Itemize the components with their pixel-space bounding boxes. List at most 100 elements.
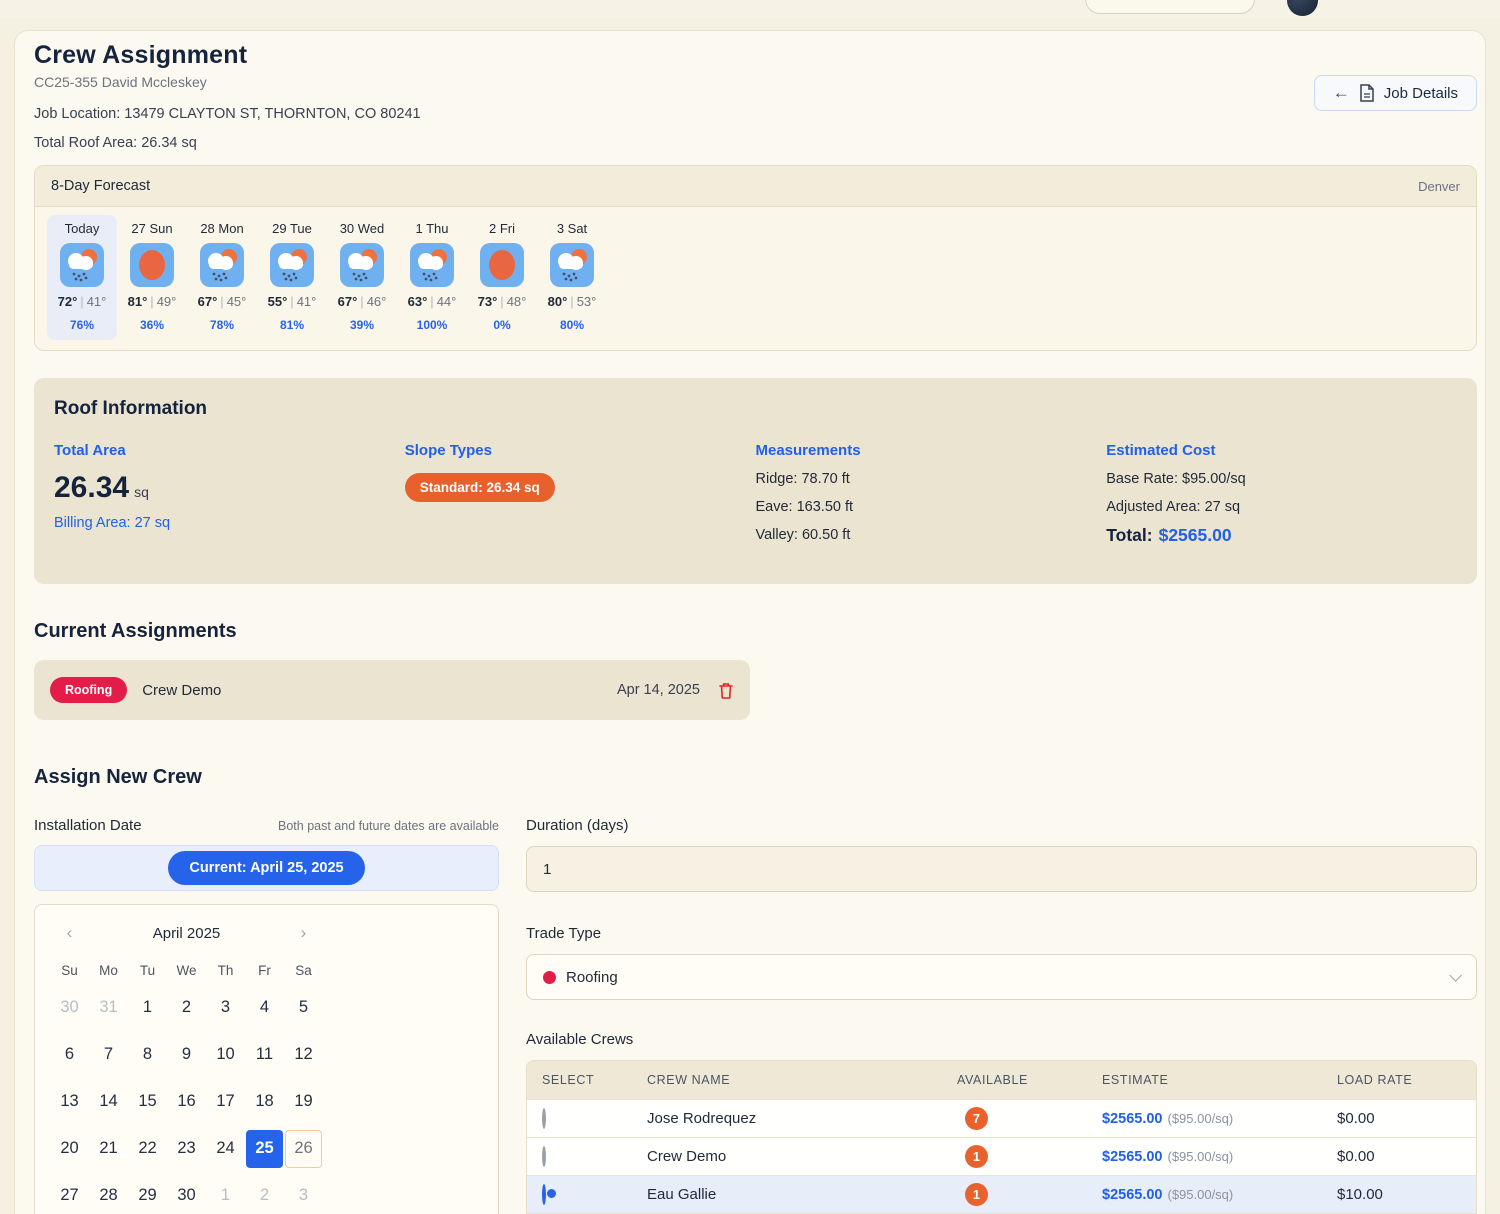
calendar-day[interactable]: 26 — [284, 1125, 323, 1172]
calendar-day[interactable]: 9 — [167, 1031, 206, 1078]
trade-type-select[interactable]: Roofing — [526, 954, 1477, 1000]
day-temps: 55°|41° — [259, 294, 325, 309]
calendar-day[interactable]: 19 — [284, 1078, 323, 1125]
calendar-day[interactable]: 22 — [128, 1125, 167, 1172]
crew-radio[interactable] — [542, 1108, 546, 1129]
estimated-total: Total:$2565.00 — [1106, 525, 1457, 546]
roof-information-panel: Roof Information Total Area 26.34sq Bill… — [34, 378, 1477, 584]
calendar-day[interactable]: 12 — [284, 1031, 323, 1078]
forecast-day[interactable]: 27 Sun 81°|49° 36% — [117, 215, 187, 340]
crew-load-rate: $0.00 — [1337, 1148, 1476, 1165]
crew-radio-selected[interactable] — [542, 1184, 546, 1205]
calendar-day[interactable]: 16 — [167, 1078, 206, 1125]
user-avatar[interactable] — [1287, 0, 1318, 16]
calendar-day[interactable]: 1 — [128, 984, 167, 1031]
calendar-day[interactable]: 13 — [50, 1078, 89, 1125]
calendar-next-icon[interactable]: › — [284, 923, 323, 943]
calendar-day[interactable]: 20 — [50, 1125, 89, 1172]
calendar-day[interactable]: 3 — [284, 1172, 323, 1214]
day-label: 27 Sun — [119, 221, 185, 236]
crew-row[interactable]: Crew Demo 1 $2565.00($95.00/sq) $0.00 — [527, 1137, 1476, 1175]
forecast-day[interactable]: 1 Thu 63°|44° 100% — [397, 215, 467, 340]
weather-rain-sun-icon — [340, 243, 384, 287]
delete-assignment-button[interactable] — [718, 681, 734, 700]
trash-icon — [718, 688, 734, 703]
measurements-label: Measurements — [756, 442, 1107, 459]
duration-input[interactable] — [526, 846, 1477, 892]
crew-radio[interactable] — [542, 1146, 546, 1167]
calendar-day[interactable]: 2 — [167, 984, 206, 1031]
calendar-day[interactable]: 30 — [50, 984, 89, 1031]
calendar-day[interactable]: 3 — [206, 984, 245, 1031]
calendar-day[interactable]: 30 — [167, 1172, 206, 1214]
calendar-day[interactable]: 8 — [128, 1031, 167, 1078]
top-bar — [0, 0, 1500, 18]
forecast-day[interactable]: 30 Wed 67°|46° 39% — [327, 215, 397, 340]
calendar-day-selected[interactable]: 25 — [245, 1125, 284, 1172]
page-title: Crew Assignment — [34, 41, 1477, 70]
available-count-badge: 1 — [965, 1183, 988, 1206]
forecast-day[interactable]: Today 72°|41° 76% — [47, 215, 117, 340]
day-precip: 39% — [329, 318, 395, 332]
weather-sun-icon — [130, 243, 174, 287]
calendar-day[interactable]: 5 — [284, 984, 323, 1031]
calendar-day[interactable]: 15 — [128, 1078, 167, 1125]
estimated-cost-label: Estimated Cost — [1106, 442, 1457, 459]
forecast-day[interactable]: 28 Mon 67°|45° 78% — [187, 215, 257, 340]
assignment-crew-name: Crew Demo — [142, 682, 221, 699]
calendar-day[interactable]: 21 — [89, 1125, 128, 1172]
forecast-day[interactable]: 3 Sat 80°|53° 80% — [537, 215, 607, 340]
forecast-day[interactable]: 29 Tue 55°|41° 81% — [257, 215, 327, 340]
crew-row-selected[interactable]: Eau Gallie 1 $2565.00($95.00/sq) $10.00 — [527, 1175, 1476, 1213]
calendar-day[interactable]: 1 — [206, 1172, 245, 1214]
crew-row[interactable]: Jose Rodrequez 7 $2565.00($95.00/sq) $0.… — [527, 1099, 1476, 1137]
weather-rain-sun-icon — [200, 243, 244, 287]
estimated-cost-block: Estimated Cost Base Rate: $95.00/sq Adju… — [1106, 442, 1457, 546]
job-details-button[interactable]: ← Job Details — [1314, 75, 1477, 111]
calendar-day[interactable]: 29 — [128, 1172, 167, 1214]
crew-load-rate: $10.00 — [1337, 1186, 1476, 1203]
calendar-day[interactable]: 17 — [206, 1078, 245, 1125]
calendar-day[interactable]: 4 — [245, 984, 284, 1031]
calendar-day[interactable]: 11 — [245, 1031, 284, 1078]
day-precip: 36% — [119, 318, 185, 332]
calendar-day[interactable]: 14 — [89, 1078, 128, 1125]
calendar-day[interactable]: 27 — [50, 1172, 89, 1214]
day-precip: 76% — [49, 318, 115, 332]
calendar-day[interactable]: 24 — [206, 1125, 245, 1172]
calendar-day[interactable]: 23 — [167, 1125, 206, 1172]
assign-new-crew-title: Assign New Crew — [34, 766, 1477, 789]
calendar-day[interactable]: 6 — [50, 1031, 89, 1078]
day-temps: 81°|49° — [119, 294, 185, 309]
weekday-label: We — [167, 963, 206, 978]
calendar-day[interactable]: 2 — [245, 1172, 284, 1214]
forecast-day[interactable]: 2 Fri 73°|48° 0% — [467, 215, 537, 340]
calendar-day[interactable]: 18 — [245, 1078, 284, 1125]
weekday-label: Tu — [128, 963, 167, 978]
calendar-prev-icon[interactable]: ‹ — [50, 923, 89, 943]
crew-name: Eau Gallie — [647, 1186, 957, 1203]
day-temps: 73°|48° — [469, 294, 535, 309]
installation-date-label: Installation Date — [34, 817, 142, 834]
day-label: 30 Wed — [329, 221, 395, 236]
day-precip: 78% — [189, 318, 255, 332]
global-search-input[interactable] — [1085, 0, 1255, 14]
assignment-row: Roofing Crew Demo Apr 14, 2025 — [34, 660, 750, 720]
current-date-button[interactable]: Current: April 25, 2025 — [168, 851, 364, 885]
calendar-day[interactable]: 7 — [89, 1031, 128, 1078]
job-id-subtitle: CC25-355 David Mccleskey — [34, 74, 1477, 90]
weather-rain-sun-icon — [270, 243, 314, 287]
crew-assignment-page: Crew Assignment CC25-355 David Mccleskey… — [14, 30, 1486, 1214]
calendar-day[interactable]: 28 — [89, 1172, 128, 1214]
calendar-day[interactable]: 31 — [89, 984, 128, 1031]
measurements-block: Measurements Ridge: 78.70 ft Eave: 163.5… — [756, 442, 1107, 546]
job-details-label: Job Details — [1384, 85, 1458, 102]
roof-information-title: Roof Information — [54, 398, 1457, 420]
calendar-weekday-row: Su Mo Tu We Th Fr Sa — [50, 963, 323, 978]
current-date-banner: Current: April 25, 2025 — [34, 845, 499, 891]
duration-label: Duration (days) — [526, 817, 629, 834]
weather-sun-icon — [480, 243, 524, 287]
calendar-day[interactable]: 10 — [206, 1031, 245, 1078]
document-icon — [1359, 84, 1375, 102]
total-roof-area: Total Roof Area: 26.34 sq — [34, 135, 1477, 151]
